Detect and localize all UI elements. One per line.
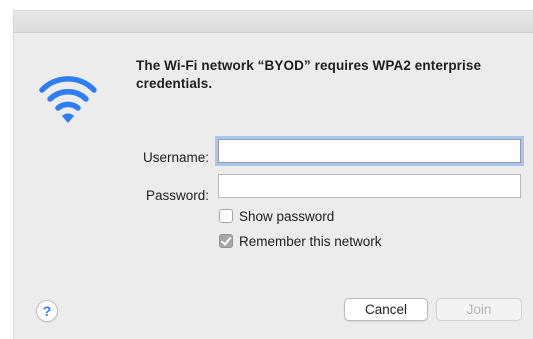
password-label: Password: (145, 188, 209, 203)
checkbox-unchecked-icon[interactable] (219, 209, 233, 223)
cancel-button[interactable]: Cancel (344, 298, 428, 321)
remember-network-checkbox[interactable]: Remember this network (219, 232, 382, 250)
username-input[interactable] (218, 139, 521, 163)
show-password-checkbox[interactable]: Show password (219, 207, 334, 225)
password-input[interactable] (218, 174, 521, 198)
remember-network-label[interactable]: Remember this network (239, 234, 382, 249)
wifi-icon (39, 76, 97, 123)
username-label: Username: (142, 150, 209, 165)
dialog-message: The Wi-Fi network “BYOD” requires WPA2 e… (136, 58, 482, 91)
wifi-credentials-dialog: The Wi-Fi network “BYOD” requires WPA2 e… (13, 10, 533, 339)
checkbox-checked-icon[interactable] (219, 234, 233, 248)
join-button[interactable]: Join (436, 298, 522, 321)
show-password-label[interactable]: Show password (239, 209, 334, 224)
checkmark-icon (220, 234, 232, 246)
title-bar[interactable] (14, 11, 533, 33)
help-button[interactable]: ? (36, 300, 58, 322)
